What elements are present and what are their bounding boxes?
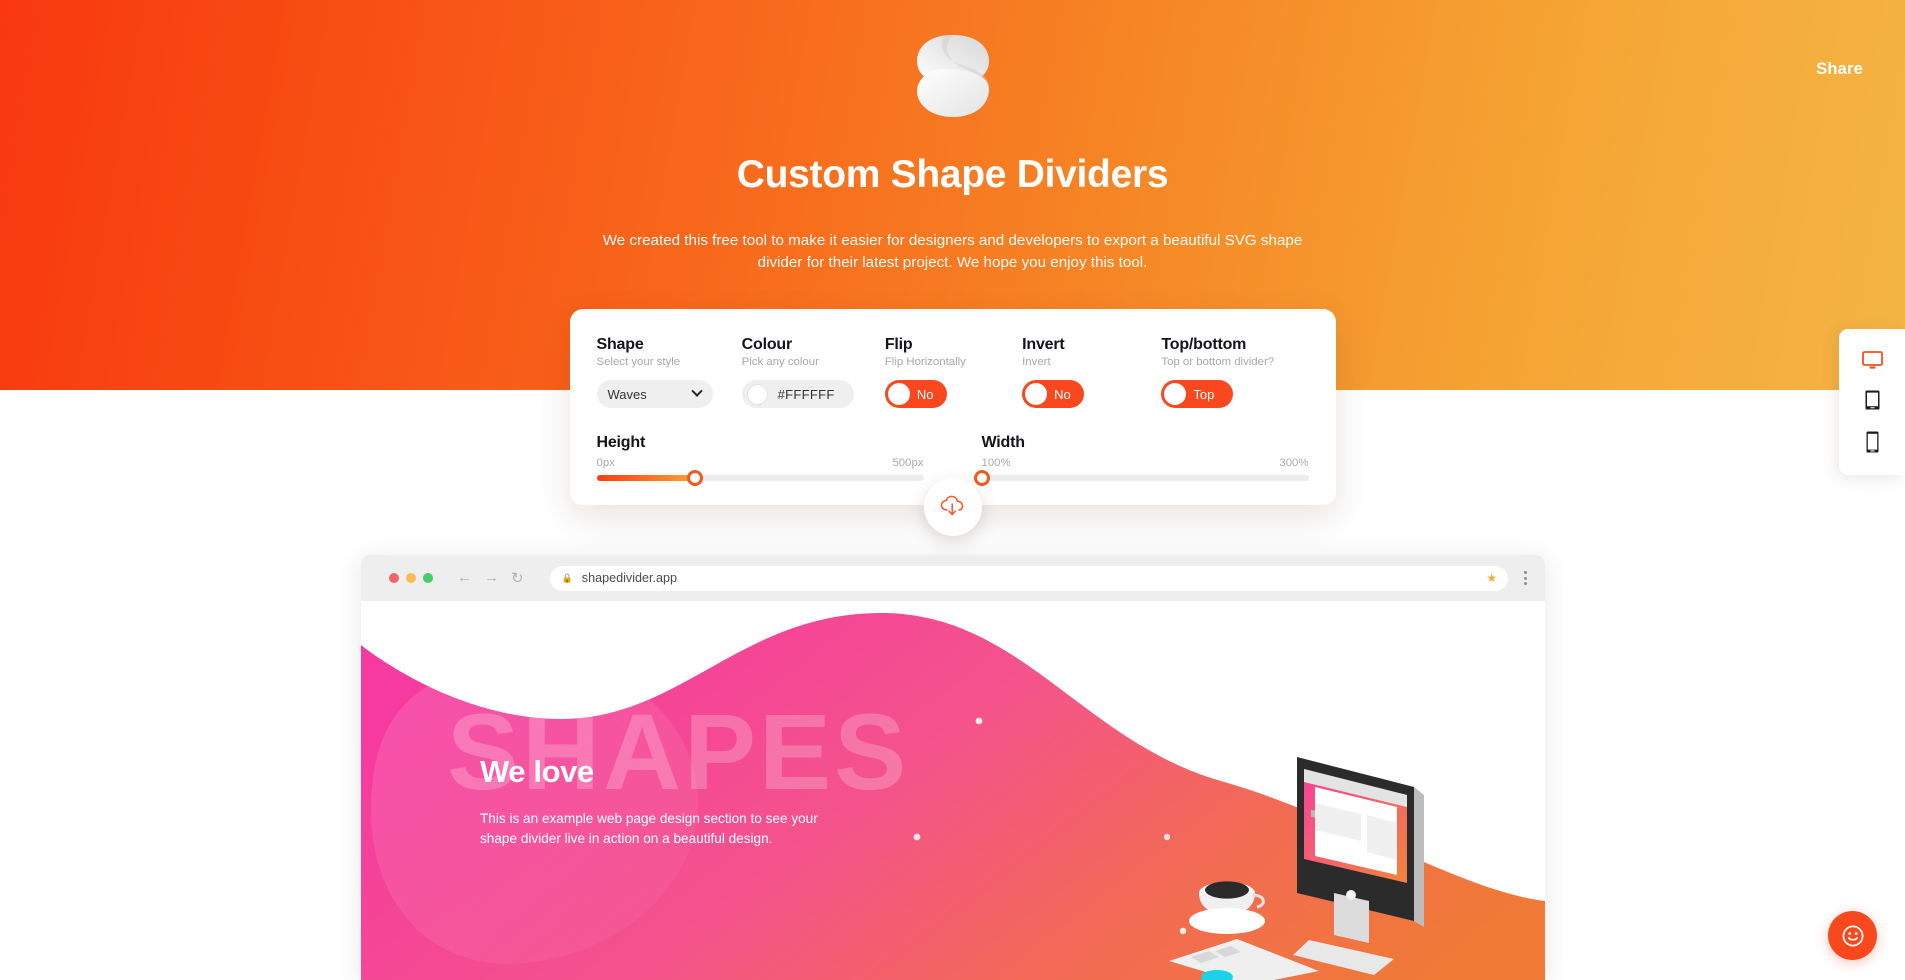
control-invert: Invert Invert No (1022, 336, 1161, 408)
close-dot-icon[interactable] (389, 573, 399, 583)
address-bar[interactable]: 🔒 shapedivider.app ★ (549, 565, 1508, 591)
height-slider[interactable] (596, 470, 924, 486)
shape-select[interactable]: Waves (596, 380, 713, 408)
desktop-icon (1861, 351, 1883, 369)
flip-toggle[interactable]: No (884, 380, 947, 408)
invert-hint: Invert (1022, 356, 1051, 368)
page-subtitle: We created this free tool to make it eas… (602, 232, 1303, 271)
preview-heading: We love (480, 754, 594, 789)
flip-label: Flip (884, 336, 913, 353)
width-label: Width (981, 434, 1025, 451)
chevron-down-icon (690, 385, 703, 397)
shape-divider-logo (915, 33, 991, 119)
arrow-right-icon[interactable]: → (484, 569, 499, 587)
width-slider-thumb[interactable] (973, 470, 990, 486)
preview-watermark: SHAPES (447, 691, 910, 812)
colour-value: #FFFFFF (777, 386, 835, 402)
page-title: Custom Shape Dividers (736, 153, 1169, 196)
device-mobile-button[interactable] (1866, 431, 1879, 453)
colour-label: Colour (741, 336, 793, 353)
control-height: Height 0px 500px (596, 434, 924, 486)
flip-toggle-value: No (916, 386, 934, 402)
topbottom-toggle-knob (1164, 383, 1187, 405)
height-label: Height (596, 434, 646, 451)
control-width: Width 100% 300% (973, 434, 1309, 486)
star-icon[interactable]: ★ (1486, 571, 1497, 585)
colour-hint: Pick any colour (741, 356, 819, 368)
control-shape: Shape Select your style Waves (596, 336, 742, 408)
height-max-label: 500px (892, 457, 924, 469)
invert-toggle[interactable]: No (1022, 380, 1085, 408)
control-colour: Colour Pick any colour #FFFFFF (741, 336, 885, 408)
mobile-icon (1866, 431, 1878, 453)
invert-toggle-value: No (1054, 386, 1071, 402)
browser-nav-buttons: ← → ↻ (457, 569, 524, 587)
control-row-sliders: Height 0px 500px Width 100% 300% (596, 434, 1309, 486)
topbottom-toggle[interactable]: Top (1161, 380, 1234, 408)
topbottom-label: Top/bottom (1161, 336, 1247, 353)
browser-toolbar: ← → ↻ 🔒 shapedivider.app ★ (361, 555, 1545, 601)
width-slider[interactable] (973, 470, 1309, 486)
control-row-top: Shape Select your style Waves Colour Pic… (596, 336, 1309, 408)
chat-widget-button[interactable] (1828, 911, 1877, 960)
shape-select-value: Waves (607, 386, 647, 402)
invert-toggle-knob (1025, 383, 1048, 405)
colour-picker[interactable]: #FFFFFF (741, 380, 854, 408)
arrow-left-icon[interactable]: ← (457, 569, 472, 587)
tablet-icon (1865, 390, 1879, 410)
height-slider-fill (596, 475, 695, 481)
device-tablet-button[interactable] (1865, 390, 1880, 410)
kebab-menu-icon[interactable] (1524, 571, 1527, 585)
preview-body-text: This is an example web page design secti… (480, 811, 818, 846)
colour-swatch (747, 384, 767, 404)
flip-toggle-knob (887, 383, 910, 405)
shape-label: Shape (596, 336, 644, 353)
shape-hint: Select your style (596, 356, 681, 368)
flip-hint: Flip Horizontally (884, 356, 966, 368)
reload-icon[interactable]: ↻ (511, 569, 524, 587)
traffic-lights (389, 573, 433, 583)
smiley-chat-icon (1842, 925, 1863, 946)
control-panel: Shape Select your style Waves Colour Pic… (569, 309, 1336, 505)
device-selector-panel (1839, 329, 1905, 475)
device-desktop-button[interactable] (1861, 351, 1883, 370)
invert-label: Invert (1022, 336, 1065, 353)
control-flip: Flip Flip Horizontally No (884, 336, 1022, 408)
cloud-download-icon (940, 495, 963, 516)
maximize-dot-icon[interactable] (423, 573, 433, 583)
browser-preview: ← → ↻ 🔒 shapedivider.app ★ SHAPES We lov… (361, 555, 1545, 980)
width-min-label: 100% (981, 457, 1011, 469)
address-bar-url: shapedivider.app (581, 571, 678, 585)
width-max-label: 300% (1279, 457, 1309, 469)
preview-canvas: SHAPES We love This is an example web pa… (361, 601, 1545, 980)
workspace-illustration (1169, 725, 1499, 980)
minimize-dot-icon[interactable] (406, 573, 416, 583)
height-slider-thumb[interactable] (686, 470, 703, 486)
topbottom-hint: Top or bottom divider? (1161, 356, 1275, 368)
share-button[interactable]: Share (1816, 60, 1863, 79)
height-min-label: 0px (596, 457, 615, 469)
download-button[interactable] (923, 478, 982, 536)
topbottom-toggle-value: Top (1193, 386, 1215, 402)
control-topbottom: Top/bottom Top or bottom divider? Top (1161, 336, 1308, 408)
lock-icon: 🔒 (561, 572, 573, 583)
